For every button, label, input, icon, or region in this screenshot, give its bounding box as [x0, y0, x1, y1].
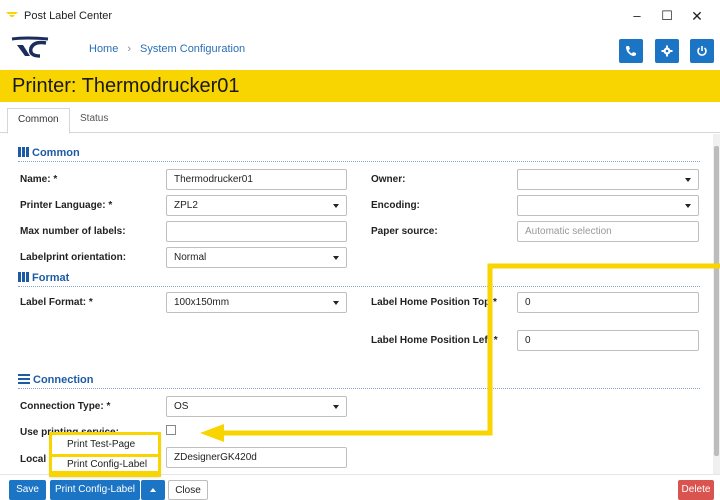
- form-content: Common Name: * Thermodrucker01 Owner: Pr…: [0, 134, 713, 474]
- chevron-down-icon: [685, 204, 691, 208]
- chevron-down-icon: [333, 301, 339, 305]
- name-label: Name: *: [20, 174, 58, 185]
- connection-type-value: OS: [174, 401, 189, 412]
- orientation-select[interactable]: Normal: [166, 247, 347, 268]
- printer-language-value: ZPL2: [174, 200, 198, 211]
- print-options-toggle[interactable]: [141, 480, 165, 500]
- grid-icon: [18, 147, 29, 157]
- phone-icon: [626, 46, 636, 56]
- local-printer-input[interactable]: ZDesignerGK420d: [166, 447, 347, 468]
- breadcrumb-home-link[interactable]: Home: [89, 43, 118, 55]
- post-logo[interactable]: [10, 36, 52, 60]
- maximize-button[interactable]: ☐: [652, 6, 682, 26]
- name-input[interactable]: Thermodrucker01: [166, 169, 347, 190]
- minimize-button[interactable]: –: [622, 6, 652, 26]
- window-titlebar: Post Label Center – ☐ ✕: [0, 0, 720, 30]
- close-button[interactable]: Close: [168, 480, 208, 500]
- window-close-button[interactable]: ✕: [682, 6, 712, 26]
- printer-language-label: Printer Language: *: [20, 200, 113, 211]
- chevron-up-icon: [150, 488, 156, 492]
- section-header-format: Format: [18, 272, 700, 287]
- breadcrumb-separator: ›: [127, 43, 132, 55]
- page-title: Printer: Thermodrucker01: [12, 75, 240, 97]
- footer-toolbar: Save Print Config-Label Close Delete: [0, 474, 720, 500]
- section-title-format: Format: [32, 272, 70, 284]
- owner-label: Owner:: [371, 174, 406, 185]
- vertical-scrollbar[interactable]: [713, 134, 720, 474]
- paper-source-input[interactable]: Automatic selection: [517, 221, 699, 242]
- app-header: Home › System Configuration: [0, 30, 720, 68]
- connection-type-select[interactable]: OS: [166, 396, 347, 417]
- orientation-label: Labelprint orientation:: [20, 252, 127, 263]
- grid-icon: [18, 272, 29, 282]
- section-title-common: Common: [32, 147, 80, 159]
- tab-status[interactable]: Status: [70, 108, 118, 134]
- tab-bar: Common Status: [0, 103, 720, 134]
- scrollbar-thumb[interactable]: [714, 146, 719, 456]
- settings-button[interactable]: [655, 39, 679, 63]
- gear-icon: [661, 45, 673, 57]
- breadcrumb-current[interactable]: System Configuration: [140, 43, 245, 55]
- local-printer-label: Local: [20, 454, 47, 465]
- encoding-label: Encoding:: [371, 200, 420, 211]
- paper-source-label: Paper source:: [371, 226, 438, 237]
- phone-button[interactable]: [619, 39, 643, 63]
- owner-select[interactable]: [517, 169, 699, 190]
- printer-language-select[interactable]: ZPL2: [166, 195, 347, 216]
- logout-button[interactable]: [690, 39, 714, 63]
- use-printing-service-checkbox[interactable]: [166, 425, 176, 435]
- label-format-select[interactable]: 100x150mm: [166, 292, 347, 313]
- label-format-value: 100x150mm: [174, 297, 230, 308]
- section-header-connection: Connection: [18, 374, 700, 389]
- post-logo-icon: [6, 12, 18, 17]
- window-title: Post Label Center: [24, 10, 113, 22]
- print-config-label-button[interactable]: Print Config-Label: [50, 480, 140, 500]
- page-title-banner: Printer: Thermodrucker01: [0, 70, 720, 102]
- connection-icon: [18, 374, 30, 384]
- home-top-input[interactable]: 0: [517, 292, 699, 313]
- save-button[interactable]: Save: [9, 480, 46, 500]
- encoding-select[interactable]: [517, 195, 699, 216]
- chevron-down-icon: [333, 405, 339, 409]
- home-left-input[interactable]: 0: [517, 330, 699, 351]
- chevron-down-icon: [685, 178, 691, 182]
- connection-type-label: Connection Type: *: [20, 401, 111, 412]
- max-labels-input[interactable]: [166, 221, 347, 242]
- power-icon: [697, 46, 707, 56]
- delete-button[interactable]: Delete: [678, 480, 714, 500]
- tab-common[interactable]: Common: [7, 108, 70, 134]
- orientation-value: Normal: [174, 252, 207, 263]
- chevron-down-icon: [333, 256, 339, 260]
- chevron-down-icon: [333, 204, 339, 208]
- home-top-label: Label Home Position Top *: [371, 297, 497, 308]
- home-left-label: Label Home Position Left *: [371, 335, 498, 346]
- section-title-connection: Connection: [33, 374, 94, 386]
- section-header-common: Common: [18, 147, 700, 162]
- annotation-highlight-item: [49, 454, 161, 474]
- label-format-label: Label Format: *: [20, 297, 93, 308]
- max-labels-label: Max number of labels:: [20, 226, 126, 237]
- breadcrumb: Home › System Configuration: [89, 43, 245, 55]
